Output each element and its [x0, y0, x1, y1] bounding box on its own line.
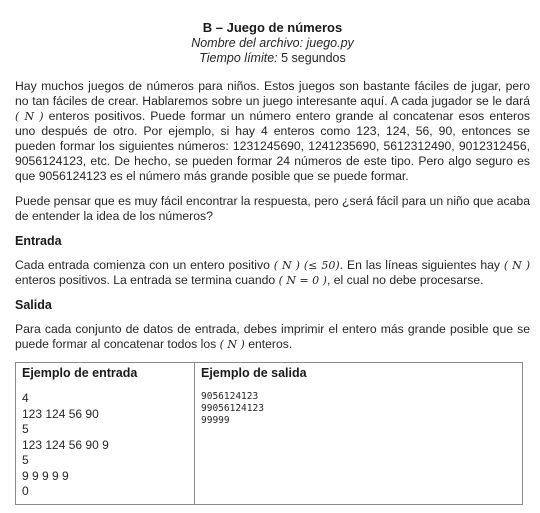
time-limit-value: 5 segundos: [277, 51, 346, 65]
input-section-heading: Entrada: [15, 234, 62, 248]
sample-output-cell: Ejemplo de salida 9056124123 99056124123…: [194, 362, 523, 505]
output-text-b: enteros.: [244, 337, 293, 351]
time-limit-line: Tiempo límite: 5 segundos: [15, 51, 530, 66]
math-n-bound: ( N ) (≤ 50).: [273, 259, 344, 272]
math-n: ( N ): [219, 338, 245, 351]
sample-output-title: Ejemplo de salida: [201, 366, 307, 380]
output-description: Para cada conjunto de datos de entrada, …: [15, 322, 530, 352]
sample-input-line: 5: [22, 453, 29, 467]
math-n: ( N ): [503, 259, 531, 272]
intro-text-a: Hay muchos juegos de números para niños.…: [15, 79, 530, 108]
examples-table: Ejemplo de entrada 4 123 124 56 90 5 123…: [15, 362, 523, 505]
problem-statement: B – Juego de números Nombre del archivo:…: [15, 20, 530, 505]
intro-text-b: enteros positivos. Puede formar un númer…: [15, 109, 530, 183]
output-section-heading: Salida: [15, 298, 52, 312]
input-description: Cada entrada comienza con un entero posi…: [15, 258, 530, 288]
sample-input-cell: Ejemplo de entrada 4 123 124 56 90 5 123…: [15, 362, 195, 505]
input-text-c: enteros positivos. La entrada se termina…: [15, 273, 276, 287]
input-text-d: , el cual no debe procesarse.: [326, 273, 484, 287]
sample-input-line: 123 124 56 90 9: [22, 437, 109, 452]
intro-paragraph: Hay muchos juegos de números para niños.…: [15, 79, 530, 184]
input-text-a: Cada entrada comienza con un entero posi…: [15, 258, 270, 272]
math-n: ( N ): [15, 110, 44, 123]
sample-output-line: 99999: [201, 415, 230, 426]
sample-input-line: 5: [22, 422, 29, 436]
sample-input-line: 0: [22, 484, 29, 498]
sample-input-line: 123 124 56 90: [22, 406, 99, 421]
question-paragraph: Puede pensar que es muy fácil encontrar …: [15, 194, 530, 223]
sample-output-line: 99056124123: [201, 403, 264, 414]
sample-input-line: 9 9 9 9 9: [22, 468, 69, 483]
problem-title: B – Juego de números: [202, 20, 343, 35]
input-text-b: En las líneas siguientes hay: [343, 258, 500, 272]
math-n-zero: ( N = 0 ): [278, 274, 327, 287]
time-limit-label: Tiempo límite:: [199, 51, 278, 65]
problem-header: B – Juego de números Nombre del archivo:…: [15, 20, 530, 66]
sample-input-line: 4: [22, 391, 29, 405]
sample-input-title: Ejemplo de entrada: [22, 366, 138, 380]
sample-output-line: 9056124123: [201, 391, 259, 402]
file-name-line: Nombre del archivo: juego.py: [191, 36, 354, 50]
